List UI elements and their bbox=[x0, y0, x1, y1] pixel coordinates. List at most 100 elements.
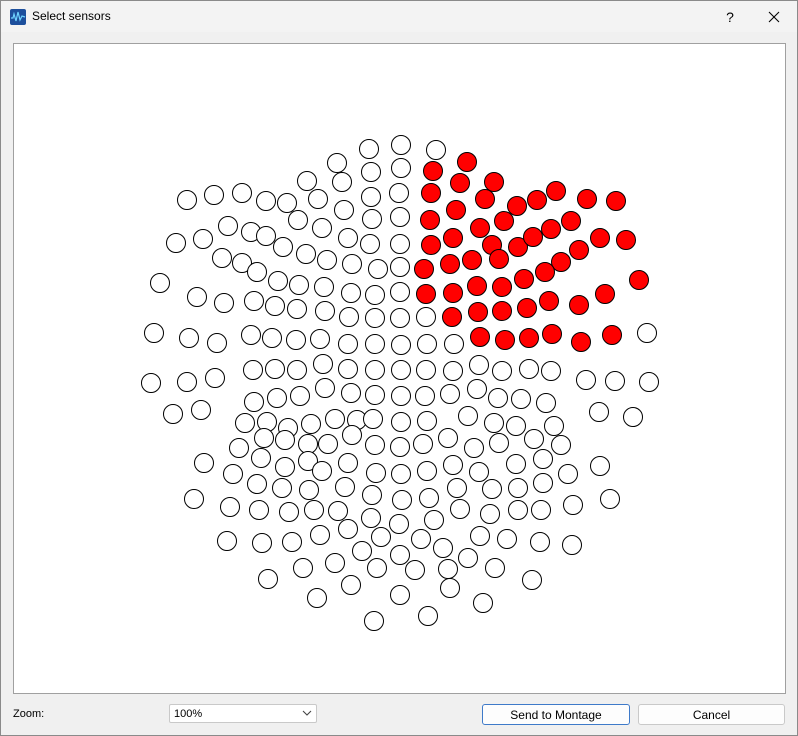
sensor-layout-canvas[interactable] bbox=[13, 43, 786, 694]
sensor-dot[interactable] bbox=[418, 606, 438, 626]
sensor-dot[interactable] bbox=[338, 519, 358, 539]
sensor-dot[interactable] bbox=[563, 495, 583, 515]
sensor-dot-selected[interactable] bbox=[475, 189, 495, 209]
sensor-dot[interactable] bbox=[301, 414, 321, 434]
sensor-dot[interactable] bbox=[390, 234, 410, 254]
sensor-dot[interactable] bbox=[361, 508, 381, 528]
sensor-dot[interactable] bbox=[506, 416, 526, 436]
sensor-dot[interactable] bbox=[531, 500, 551, 520]
sensor-dot-selected[interactable] bbox=[495, 330, 515, 350]
sensor-dot[interactable] bbox=[287, 360, 307, 380]
sensor-dot[interactable] bbox=[247, 474, 267, 494]
sensor-dot-selected[interactable] bbox=[539, 291, 559, 311]
sensor-dot[interactable] bbox=[551, 435, 571, 455]
sensor-dot[interactable] bbox=[310, 525, 330, 545]
sensor-dot[interactable] bbox=[366, 463, 386, 483]
sensor-dot[interactable] bbox=[530, 532, 550, 552]
sensor-dot-selected[interactable] bbox=[527, 190, 547, 210]
sensor-dot[interactable] bbox=[338, 453, 358, 473]
sensor-dot[interactable] bbox=[214, 293, 234, 313]
sensor-dot[interactable] bbox=[327, 153, 347, 173]
sensor-dot[interactable] bbox=[341, 383, 361, 403]
sensor-dot[interactable] bbox=[458, 406, 478, 426]
sensor-dot[interactable] bbox=[256, 226, 276, 246]
sensor-dot[interactable] bbox=[318, 434, 338, 454]
sensor-dot[interactable] bbox=[338, 359, 358, 379]
sensor-dot[interactable] bbox=[417, 334, 437, 354]
sensor-dot[interactable] bbox=[600, 489, 620, 509]
sensor-dot-selected[interactable] bbox=[484, 172, 504, 192]
sensor-dot[interactable] bbox=[249, 500, 269, 520]
sensor-dot[interactable] bbox=[416, 360, 436, 380]
sensor-dot-selected[interactable] bbox=[514, 269, 534, 289]
help-button[interactable]: ? bbox=[708, 1, 752, 32]
sensor-dot[interactable] bbox=[315, 301, 335, 321]
sensor-dot[interactable] bbox=[433, 538, 453, 558]
sensor-dot[interactable] bbox=[365, 385, 385, 405]
sensor-dot[interactable] bbox=[417, 411, 437, 431]
sensor-dot[interactable] bbox=[467, 379, 487, 399]
sensor-dot[interactable] bbox=[338, 228, 358, 248]
sensor-dot[interactable] bbox=[440, 384, 460, 404]
sensor-dot-selected[interactable] bbox=[494, 211, 514, 231]
sensor-dot[interactable] bbox=[352, 541, 372, 561]
sensor-dot[interactable] bbox=[533, 473, 553, 493]
sensor-dot-selected[interactable] bbox=[542, 324, 562, 344]
sensor-dot[interactable] bbox=[365, 285, 385, 305]
sensor-dot[interactable] bbox=[314, 277, 334, 297]
sensor-dot-selected[interactable] bbox=[440, 254, 460, 274]
sensor-dot[interactable] bbox=[637, 323, 657, 343]
sensor-dot[interactable] bbox=[217, 531, 237, 551]
close-button[interactable] bbox=[752, 1, 796, 32]
sensor-dot[interactable] bbox=[325, 409, 345, 429]
sensor-dot[interactable] bbox=[524, 429, 544, 449]
sensor-dot[interactable] bbox=[411, 529, 431, 549]
sensor-dot[interactable] bbox=[426, 140, 446, 160]
sensor-dot[interactable] bbox=[362, 209, 382, 229]
sensor-dot[interactable] bbox=[204, 185, 224, 205]
sensor-dot[interactable] bbox=[590, 456, 610, 476]
sensor-dot[interactable] bbox=[558, 464, 578, 484]
sensor-dot[interactable] bbox=[508, 500, 528, 520]
sensor-dot[interactable] bbox=[536, 393, 556, 413]
sensor-dot-selected[interactable] bbox=[629, 270, 649, 290]
sensor-dot[interactable] bbox=[223, 464, 243, 484]
sensor-dot[interactable] bbox=[243, 360, 263, 380]
sensor-dot[interactable] bbox=[415, 386, 435, 406]
sensor-dot[interactable] bbox=[258, 569, 278, 589]
sensor-dot[interactable] bbox=[361, 162, 381, 182]
sensor-dot[interactable] bbox=[265, 296, 285, 316]
send-to-montage-button[interactable]: Send to Montage bbox=[482, 704, 630, 725]
sensor-dot[interactable] bbox=[450, 499, 470, 519]
sensor-dot[interactable] bbox=[506, 454, 526, 474]
sensor-dot[interactable] bbox=[416, 307, 436, 327]
sensor-dot[interactable] bbox=[241, 325, 261, 345]
sensor-dot[interactable] bbox=[464, 438, 484, 458]
sensor-dot[interactable] bbox=[177, 190, 197, 210]
sensor-dot[interactable] bbox=[328, 501, 348, 521]
sensor-dot[interactable] bbox=[488, 388, 508, 408]
sensor-dot-selected[interactable] bbox=[489, 249, 509, 269]
sensor-dot[interactable] bbox=[293, 558, 313, 578]
sensor-dot[interactable] bbox=[511, 389, 531, 409]
sensor-dot[interactable] bbox=[341, 575, 361, 595]
sensor-dot-selected[interactable] bbox=[467, 276, 487, 296]
sensor-dot[interactable] bbox=[304, 500, 324, 520]
sensor-dot[interactable] bbox=[605, 371, 625, 391]
sensor-dot[interactable] bbox=[290, 386, 310, 406]
sensor-dot[interactable] bbox=[247, 262, 267, 282]
sensor-dot-selected[interactable] bbox=[561, 211, 581, 231]
sensor-dot[interactable] bbox=[179, 328, 199, 348]
sensor-dot[interactable] bbox=[484, 413, 504, 433]
sensor-dot[interactable] bbox=[235, 413, 255, 433]
sensor-dot-selected[interactable] bbox=[519, 328, 539, 348]
sensor-dot-selected[interactable] bbox=[616, 230, 636, 250]
sensor-dot[interactable] bbox=[229, 438, 249, 458]
sensor-dot[interactable] bbox=[541, 361, 561, 381]
sensor-dot[interactable] bbox=[365, 308, 385, 328]
sensor-dot[interactable] bbox=[443, 455, 463, 475]
sensor-dot[interactable] bbox=[265, 359, 285, 379]
sensor-dot[interactable] bbox=[232, 183, 252, 203]
sensor-dot[interactable] bbox=[187, 287, 207, 307]
sensor-dot[interactable] bbox=[267, 388, 287, 408]
